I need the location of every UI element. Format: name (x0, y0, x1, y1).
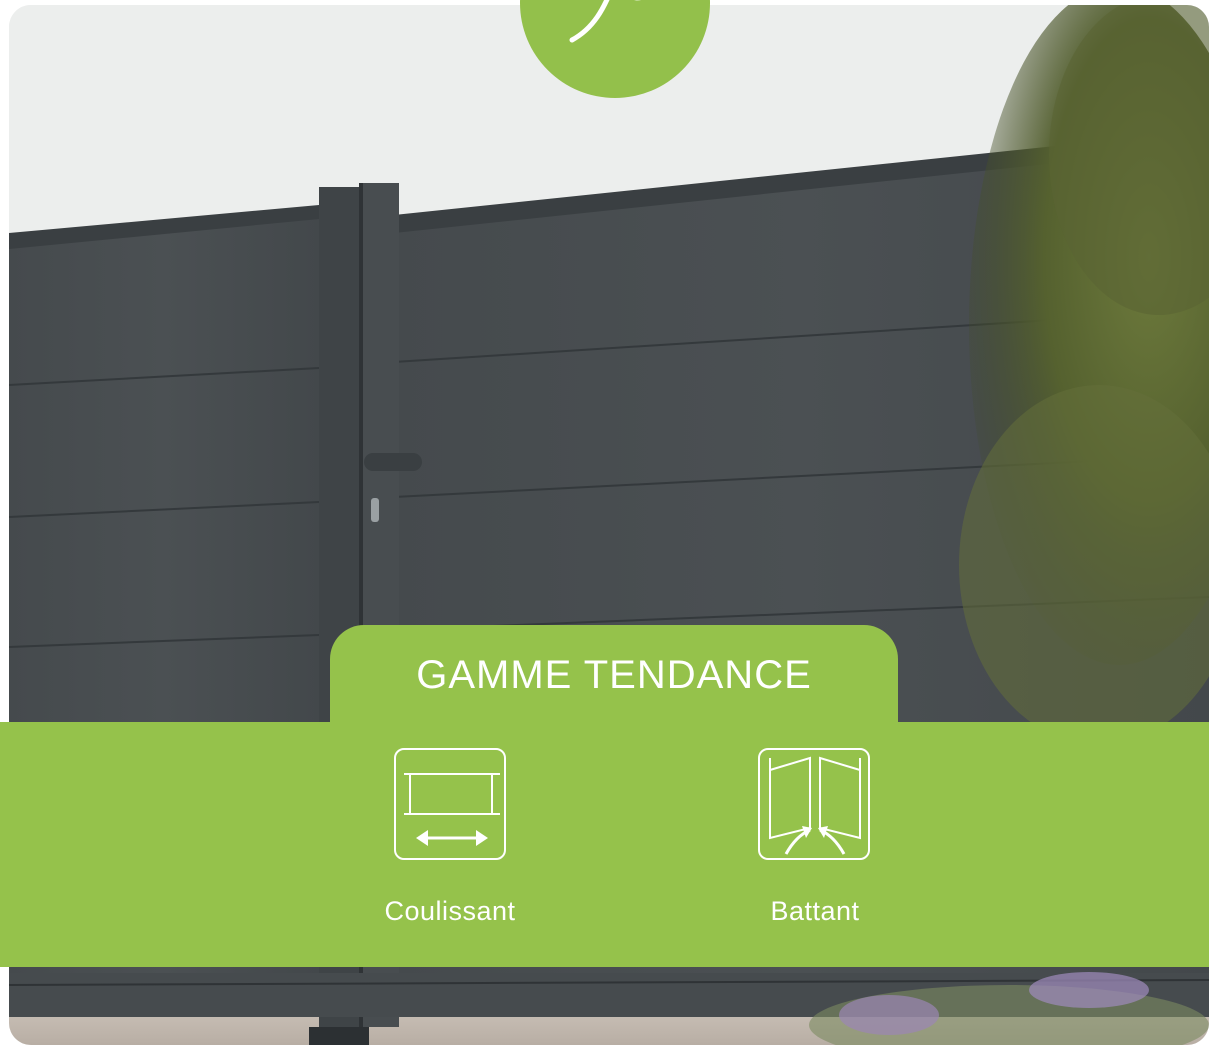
option-coulissant[interactable]: Coulissant (384, 748, 515, 926)
swing-gate-icon (758, 748, 870, 860)
sliding-gate-icon (394, 748, 506, 860)
option-battant[interactable]: Battant (758, 748, 870, 926)
range-title: GAMME TENDANCE (416, 653, 812, 697)
option-label: Battant (770, 896, 860, 926)
options-band (0, 722, 1209, 967)
option-label: Coulissant (384, 896, 516, 926)
range-title-tab: GAMME TENDANCE (330, 625, 898, 725)
